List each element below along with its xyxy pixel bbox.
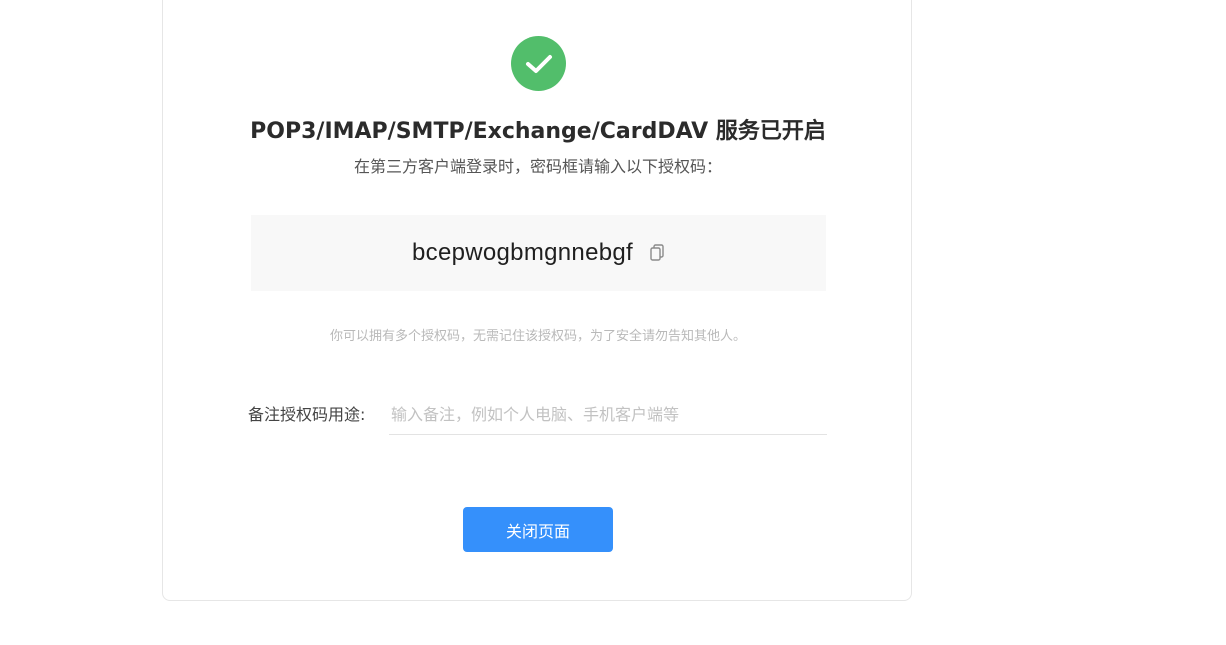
copy-icon[interactable] xyxy=(649,244,665,262)
check-circle-icon xyxy=(511,36,566,91)
auth-code-box: bcepwogbmgnnebgf xyxy=(251,215,826,291)
close-page-button[interactable]: 关闭页面 xyxy=(463,507,613,552)
auth-code-card: POP3/IMAP/SMTP/Exchange/CardDAV 服务已开启 在第… xyxy=(162,0,912,601)
page-title: POP3/IMAP/SMTP/Exchange/CardDAV 服务已开启 xyxy=(250,119,826,144)
remark-input[interactable] xyxy=(389,395,827,435)
page-subtitle: 在第三方客户端登录时，密码框请输入以下授权码： xyxy=(353,157,722,176)
security-note: 你可以拥有多个授权码，无需记住该授权码，为了安全请勿告知其他人。 xyxy=(329,329,746,344)
auth-code-value: bcepwogbmgnnebgf xyxy=(412,239,633,266)
remark-label: 备注授权码用途: xyxy=(248,405,366,424)
